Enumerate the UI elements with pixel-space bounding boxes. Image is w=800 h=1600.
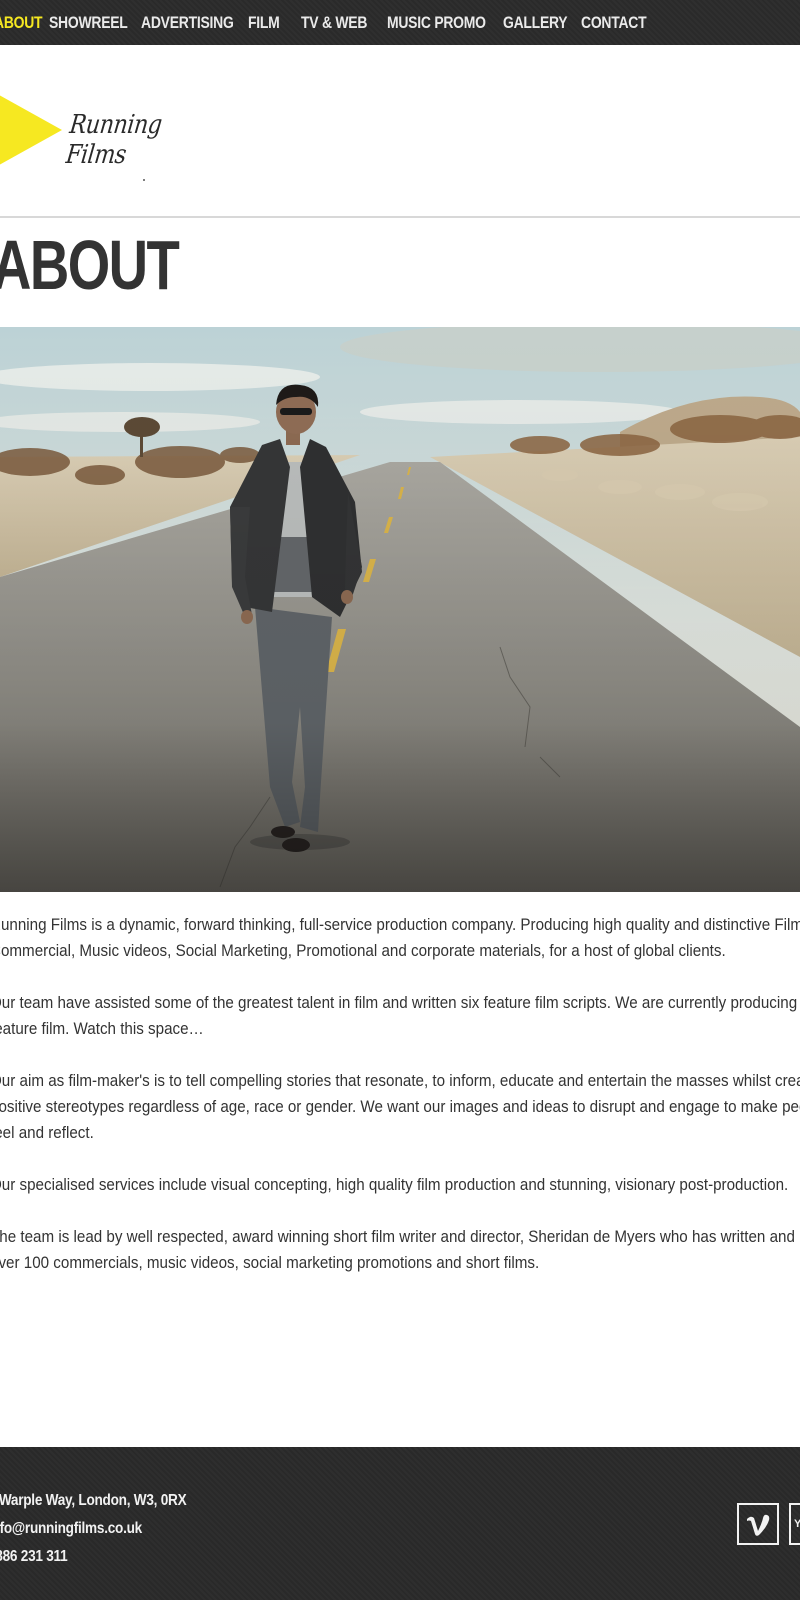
text-line: Running Films is a dynamic, forward thin… xyxy=(0,916,800,934)
text-line: positive stereotypes regardless of age, … xyxy=(0,1098,800,1116)
vimeo-link[interactable] xyxy=(737,1503,779,1545)
main-nav: ABOUT SHOWREEL ADVERTISING FILM TV & WEB… xyxy=(0,0,800,45)
contact-details: 1 Warple Way, London, W3, 0RX info@runni… xyxy=(0,1487,221,1571)
decorative-dot xyxy=(143,179,145,181)
about-content: Running Films is a dynamic, forward thin… xyxy=(0,912,800,1302)
nav-item-contact[interactable]: CONTACT xyxy=(581,13,647,33)
footer-phone[interactable]: 0886 231 311 xyxy=(0,1543,186,1571)
about-paragraph-3: Our aim as film-maker's is to tell compe… xyxy=(0,1068,800,1146)
text-line: The team is lead by well respected, awar… xyxy=(0,1228,795,1246)
text-line: Our team have assisted some of the great… xyxy=(0,994,798,1012)
text-line: over 100 commercials, music videos, soci… xyxy=(0,1254,540,1272)
nav-item-music-promo[interactable]: MUSIC PROMO xyxy=(387,13,486,33)
about-paragraph-2: Our team have assisted some of the great… xyxy=(0,990,798,1042)
nav-item-gallery[interactable]: GALLERY xyxy=(503,13,568,33)
page-title: ABOUT xyxy=(0,226,180,304)
text-line: Our aim as film-maker's is to tell compe… xyxy=(0,1072,800,1090)
hero-image xyxy=(0,327,800,892)
about-paragraph-1: Running Films is a dynamic, forward thin… xyxy=(0,912,800,964)
text-line: Commercial, Music videos, Social Marketi… xyxy=(0,942,726,960)
text-line: Our specialised services include visual … xyxy=(0,1176,789,1194)
logo-triangle-icon xyxy=(0,95,62,165)
nav-item-advertising[interactable]: ADVERTISING xyxy=(141,13,234,33)
footer-address: 1 Warple Way, London, W3, 0RX xyxy=(0,1492,187,1509)
header-divider xyxy=(0,216,800,218)
text-line: feel and reflect. xyxy=(0,1124,94,1142)
nav-item-tv-web[interactable]: TV & WEB xyxy=(301,13,367,33)
hero-photo-illustration xyxy=(0,327,800,892)
nav-item-about[interactable]: ABOUT xyxy=(0,13,43,33)
nav-items: ABOUT SHOWREEL ADVERTISING FILM TV & WEB… xyxy=(0,0,647,45)
footer-email[interactable]: info@runningfilms.co.uk xyxy=(0,1515,186,1543)
site-logo[interactable]: Running Films xyxy=(0,80,220,180)
about-paragraph-4: Our specialised services include visual … xyxy=(0,1172,789,1198)
vimeo-icon xyxy=(747,1514,770,1536)
about-paragraph-5: The team is lead by well respected, awar… xyxy=(0,1224,795,1276)
nav-item-film[interactable]: FILM xyxy=(248,13,280,33)
youtube-icon: YouTube xyxy=(794,1518,800,1530)
nav-item-showreel[interactable]: SHOWREEL xyxy=(49,13,128,33)
youtube-link[interactable]: YouTube xyxy=(789,1503,800,1545)
text-line: feature film. Watch this space… xyxy=(0,1020,204,1038)
logo-text: Running Films xyxy=(64,110,164,170)
site-footer: 1 Warple Way, London, W3, 0RX info@runni… xyxy=(0,1447,800,1600)
